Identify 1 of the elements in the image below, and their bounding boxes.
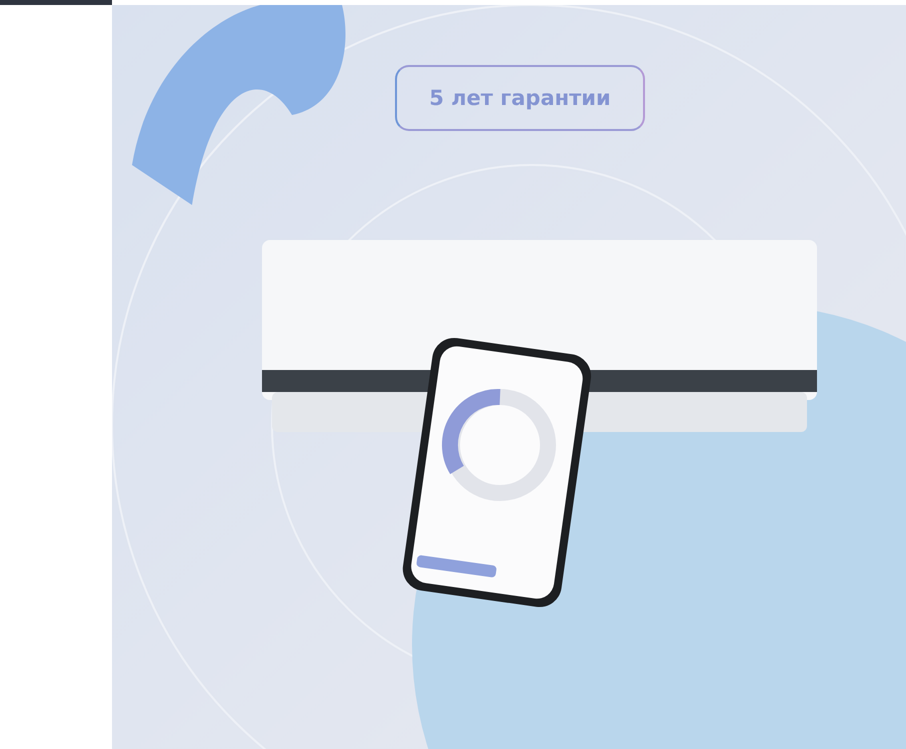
warranty-badge: 5 лет гарантии: [395, 65, 645, 131]
